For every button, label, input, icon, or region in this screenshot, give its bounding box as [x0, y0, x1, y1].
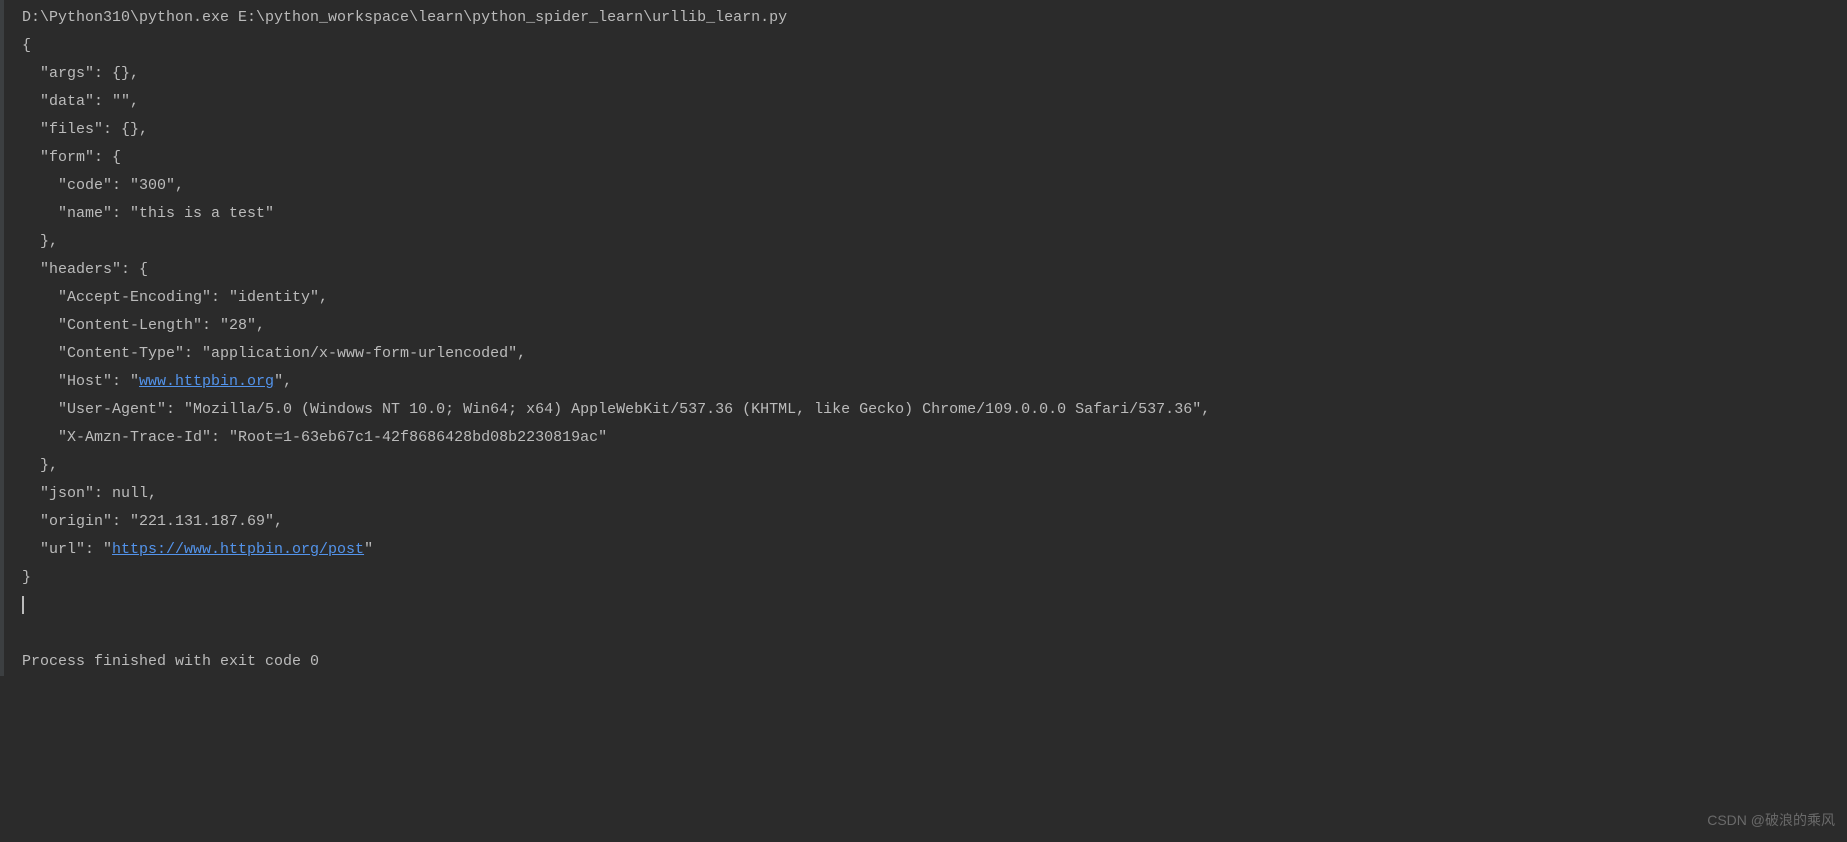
output-line: "User-Agent": "Mozilla/5.0 (Windows NT 1…: [22, 396, 1847, 424]
output-line: "Content-Type": "application/x-www-form-…: [22, 340, 1847, 368]
output-line: "origin": "221.131.187.69",: [22, 508, 1847, 536]
httpbin-host-link[interactable]: www.httpbin.org: [139, 373, 274, 390]
output-line: "headers": {: [22, 256, 1847, 284]
output-line: "Host": "www.httpbin.org",: [22, 368, 1847, 396]
console-content: D:\Python310\python.exe E:\python_worksp…: [4, 4, 1847, 676]
output-line: "args": {},: [22, 60, 1847, 88]
output-line: "files": {},: [22, 116, 1847, 144]
watermark: CSDN @破浪的乘风: [1707, 806, 1835, 834]
console-output: D:\Python310\python.exe E:\python_worksp…: [0, 0, 1847, 676]
output-line: {: [22, 32, 1847, 60]
output-line: "code": "300",: [22, 172, 1847, 200]
output-line: "form": {: [22, 144, 1847, 172]
blank-line: [22, 620, 1847, 648]
output-text: ": [364, 541, 373, 558]
exit-message: Process finished with exit code 0: [22, 648, 1847, 676]
output-line: "url": "https://www.httpbin.org/post": [22, 536, 1847, 564]
text-cursor: [22, 596, 24, 614]
output-line: "Accept-Encoding": "identity",: [22, 284, 1847, 312]
output-text: "Host": ": [22, 373, 139, 390]
httpbin-url-link[interactable]: https://www.httpbin.org/post: [112, 541, 364, 558]
output-line: },: [22, 452, 1847, 480]
output-text: ",: [274, 373, 301, 390]
output-line: "X-Amzn-Trace-Id": "Root=1-63eb67c1-42f8…: [22, 424, 1847, 452]
output-line: }: [22, 564, 1847, 592]
output-line: },: [22, 228, 1847, 256]
output-line: "json": null,: [22, 480, 1847, 508]
output-line: "data": "",: [22, 88, 1847, 116]
output-line: "Content-Length": "28",: [22, 312, 1847, 340]
command-line: D:\Python310\python.exe E:\python_worksp…: [22, 4, 1847, 32]
cursor-line: [22, 592, 1847, 620]
output-text: "url": ": [22, 541, 112, 558]
output-line: "name": "this is a test": [22, 200, 1847, 228]
